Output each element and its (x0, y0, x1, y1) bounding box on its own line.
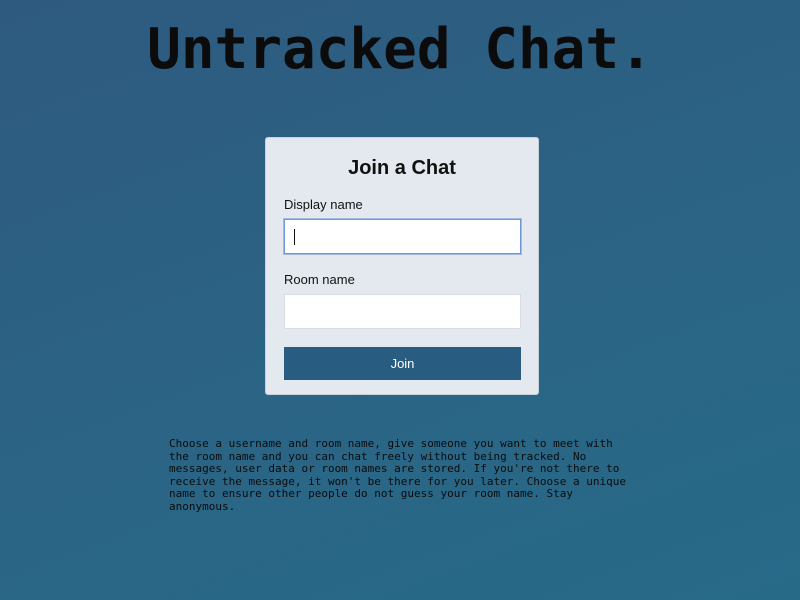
join-chat-card: Join a Chat Display name Room name Join (265, 137, 539, 395)
card-title: Join a Chat (348, 157, 456, 179)
room-name-label: Room name (284, 272, 355, 287)
room-name-input[interactable] (284, 294, 521, 329)
info-description: Choose a username and room name, give so… (169, 437, 626, 513)
join-button[interactable]: Join (284, 347, 521, 380)
text-caret (294, 229, 295, 245)
display-name-label: Display name (284, 197, 363, 212)
app-title: Untracked Chat. (147, 17, 653, 82)
display-name-input[interactable] (284, 219, 521, 254)
